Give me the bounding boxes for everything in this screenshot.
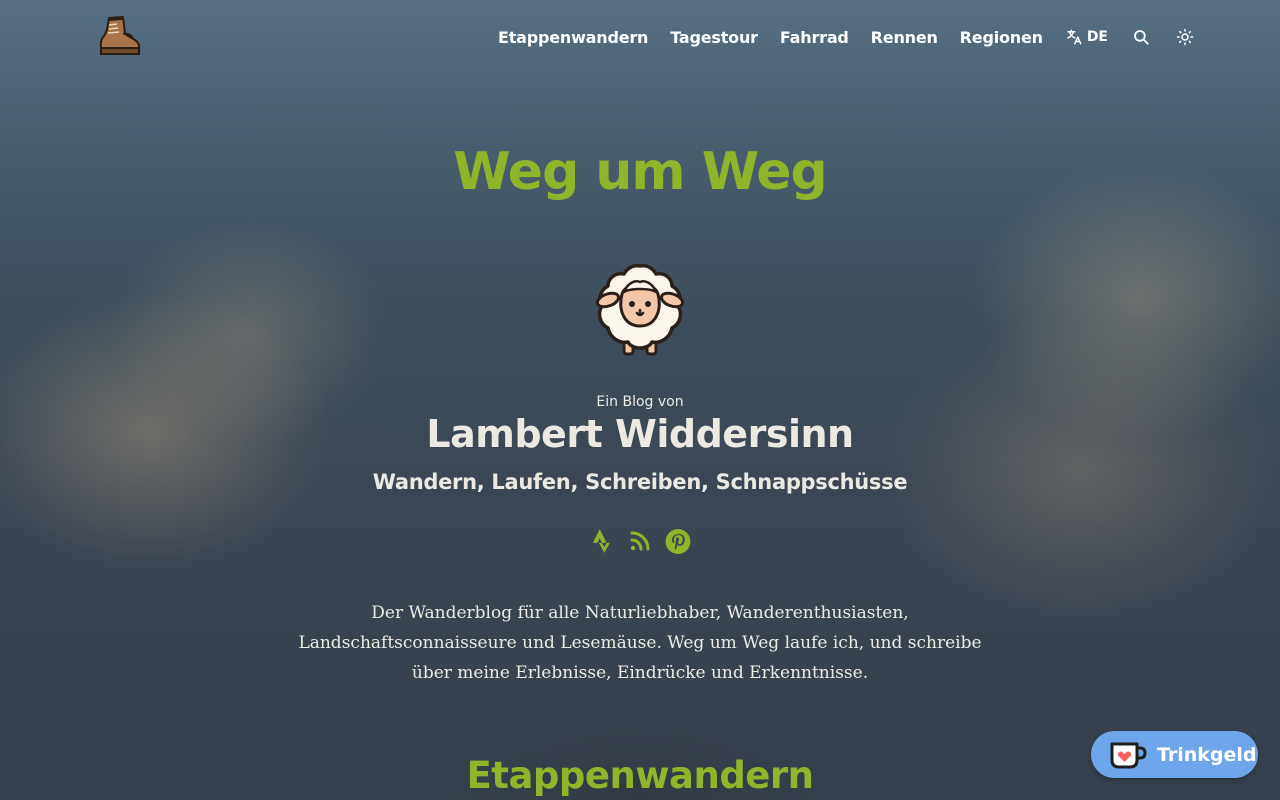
tip-button[interactable]: Trinkgeld [1091, 731, 1258, 778]
home-logo-link[interactable] [95, 12, 143, 60]
theme-toggle-button[interactable] [1174, 26, 1196, 48]
nav-item-etappenwandern[interactable]: Etappenwandern [498, 28, 648, 47]
nav-item-fahrrad[interactable]: Fahrrad [780, 28, 849, 47]
intro-text: Der Wanderblog für alle Naturliebhaber, … [298, 603, 982, 683]
tip-button-label: Trinkgeld [1157, 743, 1257, 766]
nav-item-regionen[interactable]: Regionen [960, 28, 1043, 47]
kofi-cup-icon [1110, 742, 1147, 768]
strava-link[interactable] [589, 527, 615, 555]
search-icon [1134, 30, 1149, 45]
language-label: DE [1086, 29, 1108, 45]
social-links [0, 527, 1280, 555]
main-nav: Etappenwandern Tagestour Fahrrad Rennen … [498, 24, 1196, 50]
nav-item-rennen[interactable]: Rennen [871, 28, 938, 47]
author-name: Lambert Widdersinn [426, 412, 854, 456]
pinterest-link[interactable] [665, 527, 691, 555]
byline: Ein Blog von [596, 394, 684, 410]
language-switcher[interactable]: DE [1065, 28, 1108, 46]
hiking-boot-icon [99, 16, 141, 55]
sun-icon [1176, 28, 1194, 46]
rss-link[interactable] [627, 527, 653, 555]
strava-icon [592, 529, 610, 553]
section-title-etappenwandern: Etappenwandern [466, 754, 815, 797]
tagline: Wandern, Laufen, Schreiben, Schnappschüs… [372, 470, 908, 494]
search-button[interactable] [1130, 26, 1152, 48]
site-title: Weg um Weg [453, 142, 827, 202]
pinterest-icon [665, 528, 691, 554]
sheep-icon [590, 260, 690, 360]
nav-item-tagestour[interactable]: Tagestour [670, 28, 758, 47]
site-header: Etappenwandern Tagestour Fahrrad Rennen … [0, 0, 1280, 74]
translate-icon [1067, 29, 1082, 45]
rss-icon [630, 531, 650, 551]
